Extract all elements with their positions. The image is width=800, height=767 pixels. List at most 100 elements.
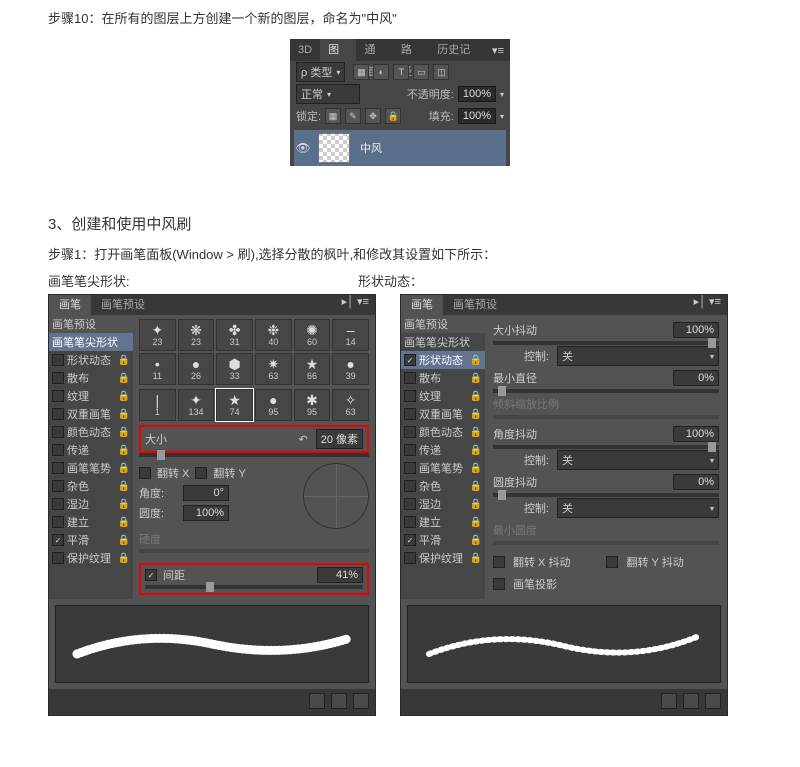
side-check[interactable] <box>404 480 416 492</box>
side-item[interactable]: 杂色🔒 <box>49 477 133 495</box>
side-preset-hdr-b[interactable]: 画笔预设 <box>401 315 485 333</box>
brush-thumb[interactable]: ✧63 <box>332 389 369 421</box>
side-check[interactable] <box>404 354 416 366</box>
brush-thumb[interactable]: ✦134 <box>178 389 215 421</box>
tab-paths[interactable]: 路径 <box>393 39 429 61</box>
side-item[interactable]: 建立🔒 <box>401 513 485 531</box>
side-check[interactable] <box>404 552 416 564</box>
control-dd-1[interactable]: 关▾ <box>557 346 719 366</box>
brush-thumb[interactable]: |1 <box>139 389 176 421</box>
side-check[interactable] <box>404 444 416 456</box>
filter-type-icon[interactable]: T <box>393 64 409 80</box>
brush-thumb[interactable]: ✺60 <box>294 319 331 351</box>
blend-dropdown[interactable]: 正常▾ <box>296 84 360 104</box>
round-jitter-val[interactable]: 0% <box>673 474 719 490</box>
brush-thumb[interactable]: ✷63 <box>255 353 292 385</box>
control-dd-2[interactable]: 关▾ <box>557 450 719 470</box>
tab-channels[interactable]: 通道 <box>356 39 392 61</box>
spacing-val[interactable]: 41% <box>317 567 363 583</box>
round-val[interactable]: 100% <box>183 505 229 521</box>
side-item[interactable]: 形状动态🔒 <box>401 351 485 369</box>
tab-layers[interactable]: 图层 <box>320 39 356 61</box>
side-check[interactable] <box>52 480 64 492</box>
side-preset-hdr-a[interactable]: 画笔预设 <box>49 315 133 333</box>
size-val[interactable]: 20 像素 <box>316 429 363 449</box>
side-item[interactable]: 建立🔒 <box>49 513 133 531</box>
side-item[interactable]: 杂色🔒 <box>401 477 485 495</box>
side-item[interactable]: 颜色动态🔒 <box>49 423 133 441</box>
side-item[interactable]: 保护纹理🔒 <box>401 549 485 567</box>
tab-3d[interactable]: 3D <box>290 39 320 61</box>
opacity-value[interactable]: 100% <box>458 86 496 102</box>
toggle-icon[interactable] <box>309 693 325 709</box>
tab-preset-a[interactable]: 画笔预设 <box>91 295 155 315</box>
side-item[interactable]: 形状动态🔒 <box>49 351 133 369</box>
lock-all-icon[interactable]: 🔒 <box>385 108 401 124</box>
side-check[interactable] <box>52 372 64 384</box>
size-jitter-slider[interactable] <box>493 341 719 345</box>
side-check[interactable] <box>52 354 64 366</box>
side-item[interactable]: 颜色动态🔒 <box>401 423 485 441</box>
side-item[interactable]: 湿边🔒 <box>401 495 485 513</box>
size-jitter-val[interactable]: 100% <box>673 322 719 338</box>
side-check[interactable] <box>52 390 64 402</box>
side-check[interactable] <box>404 390 416 402</box>
side-item[interactable]: 湿边🔒 <box>49 495 133 513</box>
brush-thumb[interactable]: ●39 <box>332 353 369 385</box>
kind-dropdown[interactable]: ρ 类型▾ <box>296 62 345 82</box>
side-item[interactable]: 散布🔒 <box>49 369 133 387</box>
spacing-slider[interactable] <box>145 585 363 589</box>
brush-thumb[interactable]: ❉40 <box>255 319 292 351</box>
brush-thumb[interactable]: ❋23 <box>178 319 215 351</box>
side-check[interactable] <box>52 444 64 456</box>
tab-brush-a[interactable]: 画笔 <box>49 295 91 315</box>
filter-adjust-icon[interactable]: ◐ <box>373 64 389 80</box>
flipx-j-check[interactable] <box>493 556 505 568</box>
filter-smart-icon[interactable]: ◫ <box>433 64 449 80</box>
size-slider[interactable] <box>139 453 369 457</box>
side-item[interactable]: 平滑🔒 <box>49 531 133 549</box>
brush-proj-check[interactable] <box>493 578 505 590</box>
toggle-icon-b[interactable] <box>661 693 677 709</box>
side-check[interactable] <box>52 516 64 528</box>
side-check[interactable] <box>404 372 416 384</box>
side-item[interactable]: 画笔笔尖形状 <box>49 333 133 351</box>
brush-thumb[interactable]: ✱95 <box>294 389 331 421</box>
trash-icon[interactable] <box>353 693 369 709</box>
side-item[interactable]: 纹理🔒 <box>49 387 133 405</box>
brush-thumb[interactable]: ●26 <box>178 353 215 385</box>
lock-trans-icon[interactable]: ▦ <box>325 108 341 124</box>
lock-pixels-icon[interactable]: ✎ <box>345 108 361 124</box>
layer-name[interactable]: 中风 <box>356 140 506 156</box>
brush-thumb[interactable]: ✤31 <box>216 319 253 351</box>
filter-pixel-icon[interactable]: ▦ <box>353 64 369 80</box>
panel-menu-icon-b[interactable]: ▸│ ▾≡ <box>688 295 727 315</box>
layer-row[interactable]: 👁 中风 <box>294 130 506 166</box>
side-item[interactable]: 传递🔒 <box>401 441 485 459</box>
min-diam-slider[interactable] <box>493 389 719 393</box>
side-check[interactable] <box>404 426 416 438</box>
panel-menu-icon-a[interactable]: ▸│ ▾≡ <box>336 295 375 315</box>
brush-thumb[interactable]: –14 <box>332 319 369 351</box>
undo-icon[interactable]: ↶ <box>298 433 307 446</box>
ang-jitter-val[interactable]: 100% <box>673 426 719 442</box>
side-item[interactable]: 画笔笔尖形状 <box>401 333 485 351</box>
side-item[interactable]: 画笔笔势🔒 <box>49 459 133 477</box>
trash-icon-b[interactable] <box>705 693 721 709</box>
side-item[interactable]: 纹理🔒 <box>401 387 485 405</box>
flipx-check[interactable] <box>139 467 151 479</box>
control-dd-3[interactable]: 关▾ <box>557 498 719 518</box>
side-check[interactable] <box>404 498 416 510</box>
brush-thumb[interactable]: ★66 <box>294 353 331 385</box>
side-item[interactable]: 双重画笔🔒 <box>49 405 133 423</box>
new-icon[interactable] <box>331 693 347 709</box>
flipy-j-check[interactable] <box>606 556 618 568</box>
lock-pos-icon[interactable]: ✥ <box>365 108 381 124</box>
min-diam-val[interactable]: 0% <box>673 370 719 386</box>
side-check[interactable] <box>404 462 416 474</box>
new-icon-b[interactable] <box>683 693 699 709</box>
side-item[interactable]: 双重画笔🔒 <box>401 405 485 423</box>
side-check[interactable] <box>52 462 64 474</box>
side-check[interactable] <box>404 408 416 420</box>
side-item[interactable]: 平滑🔒 <box>401 531 485 549</box>
